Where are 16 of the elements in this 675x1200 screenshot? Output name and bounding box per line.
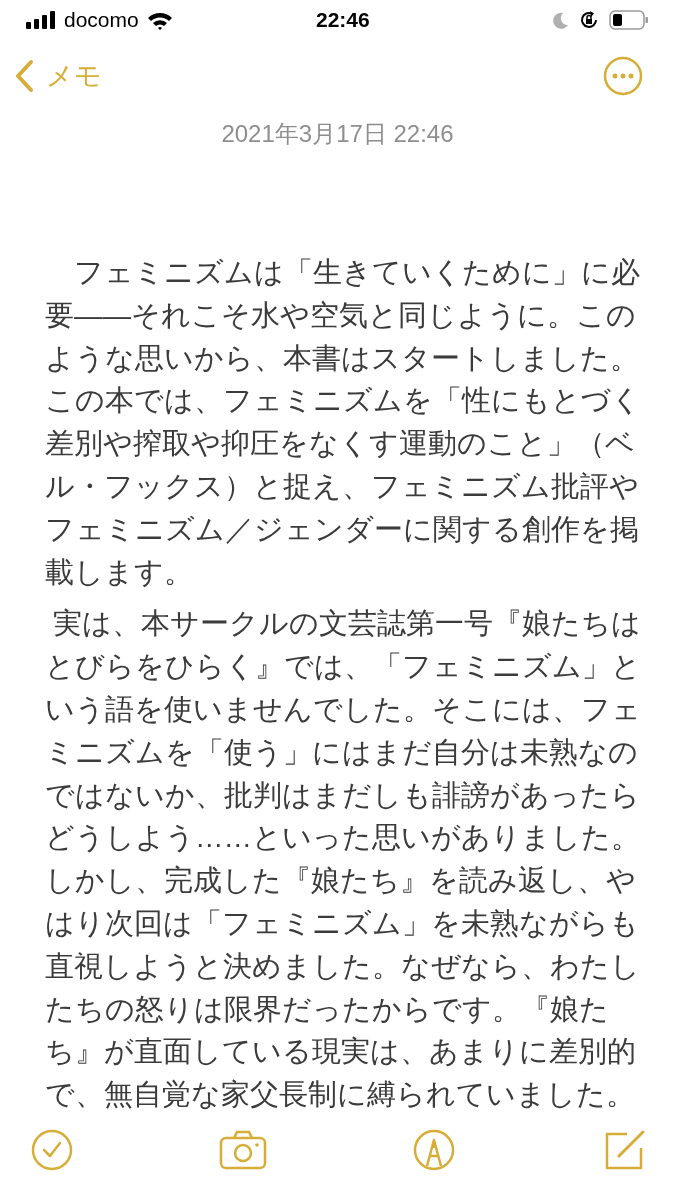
note-paragraph: 実は、本サークルの文芸誌第一号『娘たちは とびらをひらく』では、「フェミニズム」と いう語を使いませんでした。そこには、フェ ミニズムを「使う」にはまだ自分は未熟なの ではないか、批判はまだしも誹謗があったら どうしよう……といった思いがありました。 しかし、完成した『娘たち』を読み返し、や はり次回は「フェミニズム」を未熟ながらも 直視しようと決めました。なぜなら、わたし たちの怒りは限界だったからです。『娘た ち』が直面している現実は、あまりに差別的 で、無自覚な家父長制に縛られていました。 <box>45 606 641 1113</box>
note-paragraph: フェミニズムは「生きていくために」に必 要——それこそ水や空気と同じように。この ような思いから、本書はスタートしました。 この本では、フェミニズムを「性にもとづく 差別や搾取や抑圧をなくす運動のこと」（ベ ル・フックス）と捉え、フェミニズム批評や フェミニズム／ジェンダーに関する創作を掲 載します。 <box>45 255 641 590</box>
checklist-icon[interactable] <box>30 1128 74 1172</box>
clock-time: 22:46 <box>316 7 370 34</box>
camera-icon[interactable] <box>219 1128 267 1172</box>
back-button[interactable]: メモ <box>14 55 102 97</box>
more-options-icon[interactable] <box>603 56 643 96</box>
carrier-name: docomo <box>64 7 139 34</box>
rotation-lock-icon <box>579 10 599 30</box>
battery-icon <box>609 10 649 30</box>
wifi-icon <box>146 10 173 30</box>
chevron-left-icon <box>14 59 34 93</box>
pen-tip-icon[interactable] <box>412 1128 456 1172</box>
moon-icon <box>553 11 569 29</box>
signal-icon <box>26 11 56 29</box>
note-date: 2021年3月17日 22:46 <box>220 119 455 149</box>
